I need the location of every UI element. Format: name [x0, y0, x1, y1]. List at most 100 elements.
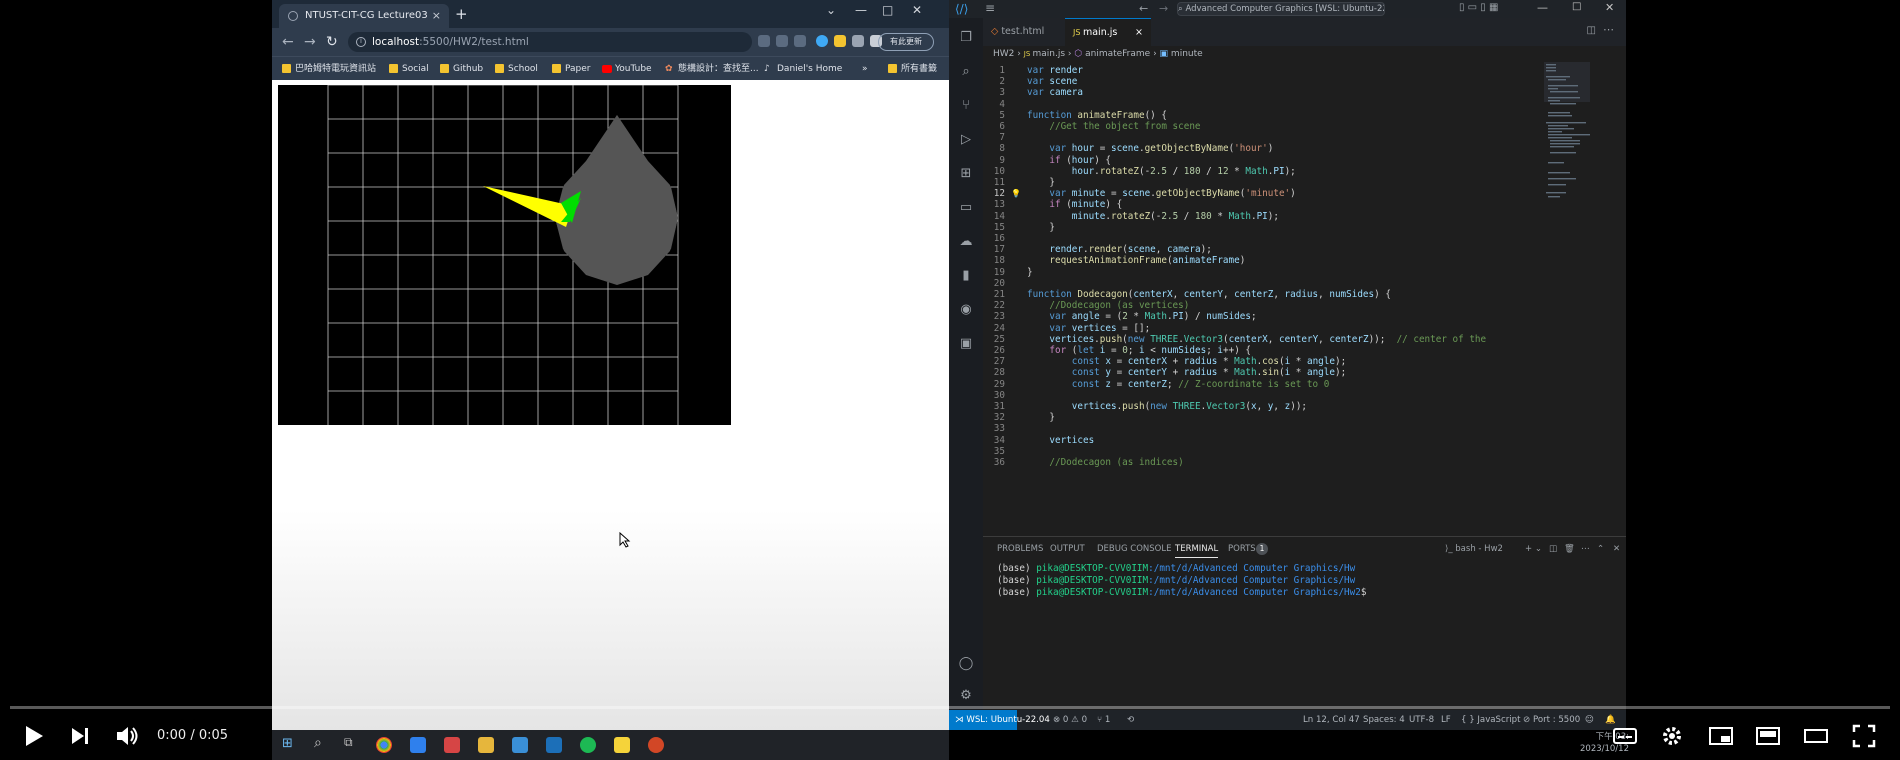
- globe-icon: [288, 11, 298, 21]
- terminal-shell-label[interactable]: ⟩_ bash - Hw2: [1445, 543, 1503, 555]
- extension-icon[interactable]: [834, 35, 846, 47]
- maximize-icon[interactable]: □: [1572, 1, 1581, 12]
- tab-test-html[interactable]: ◇ test.html: [983, 18, 1065, 46]
- tab-output[interactable]: OUTPUT: [1050, 543, 1085, 555]
- miniplayer-icon[interactable]: [1705, 720, 1737, 752]
- browser-window: NTUST-CIT-CG Lecture03 × + ⌄ — □ ✕ ← → ↻…: [272, 0, 949, 730]
- maximize-icon[interactable]: □: [882, 2, 893, 18]
- close-window-icon[interactable]: ✕: [912, 2, 922, 18]
- all-bookmarks-button[interactable]: 所有書籤: [888, 62, 937, 76]
- url-host: localhost: [372, 36, 420, 48]
- menu-icon[interactable]: ≡: [985, 1, 995, 15]
- terminal-icon: ⟩_: [1445, 544, 1456, 554]
- tab-search-chevron-icon[interactable]: ⌄: [826, 2, 836, 18]
- back-arrow-icon[interactable]: ←: [282, 33, 294, 51]
- trash-icon[interactable]: 🗑: [1564, 543, 1575, 555]
- bookmark-item[interactable]: ♪ Daniel's Home: [764, 62, 842, 76]
- url-path: :5500/HW2/test.html: [419, 36, 529, 48]
- minimap[interactable]: [1544, 62, 1590, 237]
- browser-tab[interactable]: NTUST-CIT-CG Lecture03 ×: [279, 4, 449, 28]
- forward-arrow-icon[interactable]: →: [304, 33, 316, 51]
- github-icon[interactable]: ◉: [958, 302, 974, 318]
- bookmark-star-icon[interactable]: [794, 35, 806, 47]
- source-control-icon[interactable]: ⑂: [958, 98, 974, 114]
- bookmark-item[interactable]: ✿ 態構設計：查找至...: [665, 62, 759, 76]
- more-actions-icon[interactable]: ⋯: [1603, 23, 1614, 36]
- ports-badge: 1: [1256, 543, 1268, 555]
- code-line[interactable]: 36 //Dodecagon (as indices): [983, 456, 1488, 469]
- share-icon[interactable]: [776, 35, 788, 47]
- split-editor-icon[interactable]: ◫: [1587, 25, 1596, 36]
- bookmarks-overflow-button[interactable]: »: [862, 62, 868, 76]
- bookmark-item[interactable]: School: [495, 62, 538, 76]
- new-terminal-icon[interactable]: + ⌄: [1525, 543, 1542, 555]
- settings-gear-icon[interactable]: [1656, 720, 1688, 752]
- account-icon[interactable]: ◯: [958, 656, 974, 672]
- extension-icon[interactable]: [816, 35, 828, 47]
- tab-ports[interactable]: PORTS: [1228, 543, 1256, 555]
- tab-close-icon[interactable]: ×: [432, 4, 441, 28]
- run-debug-icon[interactable]: ▷: [958, 132, 974, 148]
- bookmark-item[interactable]: Paper: [552, 62, 591, 76]
- bookmark-item[interactable]: YouTube: [602, 62, 652, 76]
- tab-close-icon[interactable]: ×: [1135, 19, 1143, 47]
- tab-problems[interactable]: PROBLEMS: [997, 543, 1043, 555]
- explorer-icon[interactable]: ❐: [958, 30, 974, 46]
- tab-debug-console[interactable]: DEBUG CONSOLE: [1097, 543, 1171, 555]
- breadcrumb-symbol[interactable]: minute: [1171, 49, 1203, 59]
- breadcrumb: HW2 › JS main.js › ⬡ animateFrame › ▣ mi…: [983, 46, 1626, 62]
- search-icon[interactable]: ⌕: [958, 64, 974, 80]
- site-info-icon[interactable]: i: [356, 37, 366, 47]
- mouse-cursor-icon: [619, 532, 631, 548]
- play-icon[interactable]: [17, 720, 49, 752]
- line-number: 36: [993, 457, 1005, 468]
- video-controls: 0:00 / 0:05: [0, 712, 1900, 760]
- chat-icon[interactable]: ▣: [958, 336, 974, 352]
- breadcrumb-folder[interactable]: HW2: [993, 49, 1014, 59]
- update-button[interactable]: 有此更新: [878, 33, 934, 51]
- extensions-icon[interactable]: ⊞: [958, 166, 974, 182]
- fullscreen-icon[interactable]: [1848, 720, 1880, 752]
- docker-icon[interactable]: ☁: [958, 234, 974, 250]
- tab-main-js[interactable]: JS main.js ×: [1065, 18, 1151, 46]
- site-icon: ♪: [764, 64, 770, 74]
- bookmark-icon[interactable]: ▮: [958, 268, 974, 284]
- code-text: //Dodecagon (as indices): [1049, 457, 1184, 468]
- back-arrow-icon[interactable]: ←: [1139, 2, 1148, 15]
- address-bar[interactable]: i localhost:5500/HW2/test.html: [348, 32, 752, 52]
- variable-icon: ▣: [1159, 49, 1171, 59]
- more-actions-icon[interactable]: ⋯: [1581, 543, 1590, 555]
- code-editor[interactable]: 1 var render 2 var scene 3 var camera 4 5 functi…: [983, 62, 1488, 536]
- theater-mode-icon[interactable]: [1752, 720, 1784, 752]
- cinema-mode-icon[interactable]: [1800, 720, 1832, 752]
- vscode-title-bar: ⟨/⟩ ≡ ← → ⌕ Advanced Computer Graphics […: [949, 0, 1626, 18]
- close-window-icon[interactable]: ✕: [1605, 1, 1614, 14]
- forward-arrow-icon[interactable]: →: [1159, 2, 1168, 15]
- video-progress-bar[interactable]: [10, 706, 1890, 709]
- bookmark-item[interactable]: Social: [389, 62, 429, 76]
- minimize-icon[interactable]: —: [1537, 1, 1548, 14]
- volume-icon[interactable]: [111, 720, 143, 752]
- next-icon[interactable]: [64, 720, 96, 752]
- new-tab-button[interactable]: +: [455, 3, 468, 25]
- close-panel-icon[interactable]: ✕: [1613, 543, 1620, 555]
- breadcrumb-file[interactable]: main.js: [1032, 49, 1065, 59]
- js-icon: JS: [1073, 28, 1083, 37]
- translate-icon[interactable]: [758, 35, 770, 47]
- remote-explorer-icon[interactable]: ▭: [958, 200, 974, 216]
- breadcrumb-function[interactable]: animateFrame: [1085, 49, 1150, 59]
- tab-terminal[interactable]: TERMINAL: [1175, 543, 1219, 558]
- webgl-canvas[interactable]: [278, 85, 731, 425]
- command-center-search[interactable]: ⌕ Advanced Computer Graphics [WSL: Ubunt…: [1177, 2, 1385, 16]
- layout-icons[interactable]: ▯ ▭ ▯ ▦: [1459, 2, 1498, 13]
- subtitles-icon[interactable]: [1609, 720, 1641, 752]
- puzzle-icon[interactable]: [852, 35, 864, 47]
- reload-icon[interactable]: ↻: [326, 33, 338, 51]
- youtube-icon: [602, 65, 612, 73]
- bookmark-item[interactable]: Github: [440, 62, 483, 76]
- split-terminal-icon[interactable]: ◫: [1549, 543, 1557, 555]
- minimize-icon[interactable]: —: [855, 2, 867, 18]
- bookmark-item[interactable]: 巴哈姆特電玩資訊站: [282, 62, 376, 76]
- gear-icon[interactable]: ⚙: [958, 688, 974, 704]
- maximize-panel-icon[interactable]: ⌃: [1597, 543, 1604, 555]
